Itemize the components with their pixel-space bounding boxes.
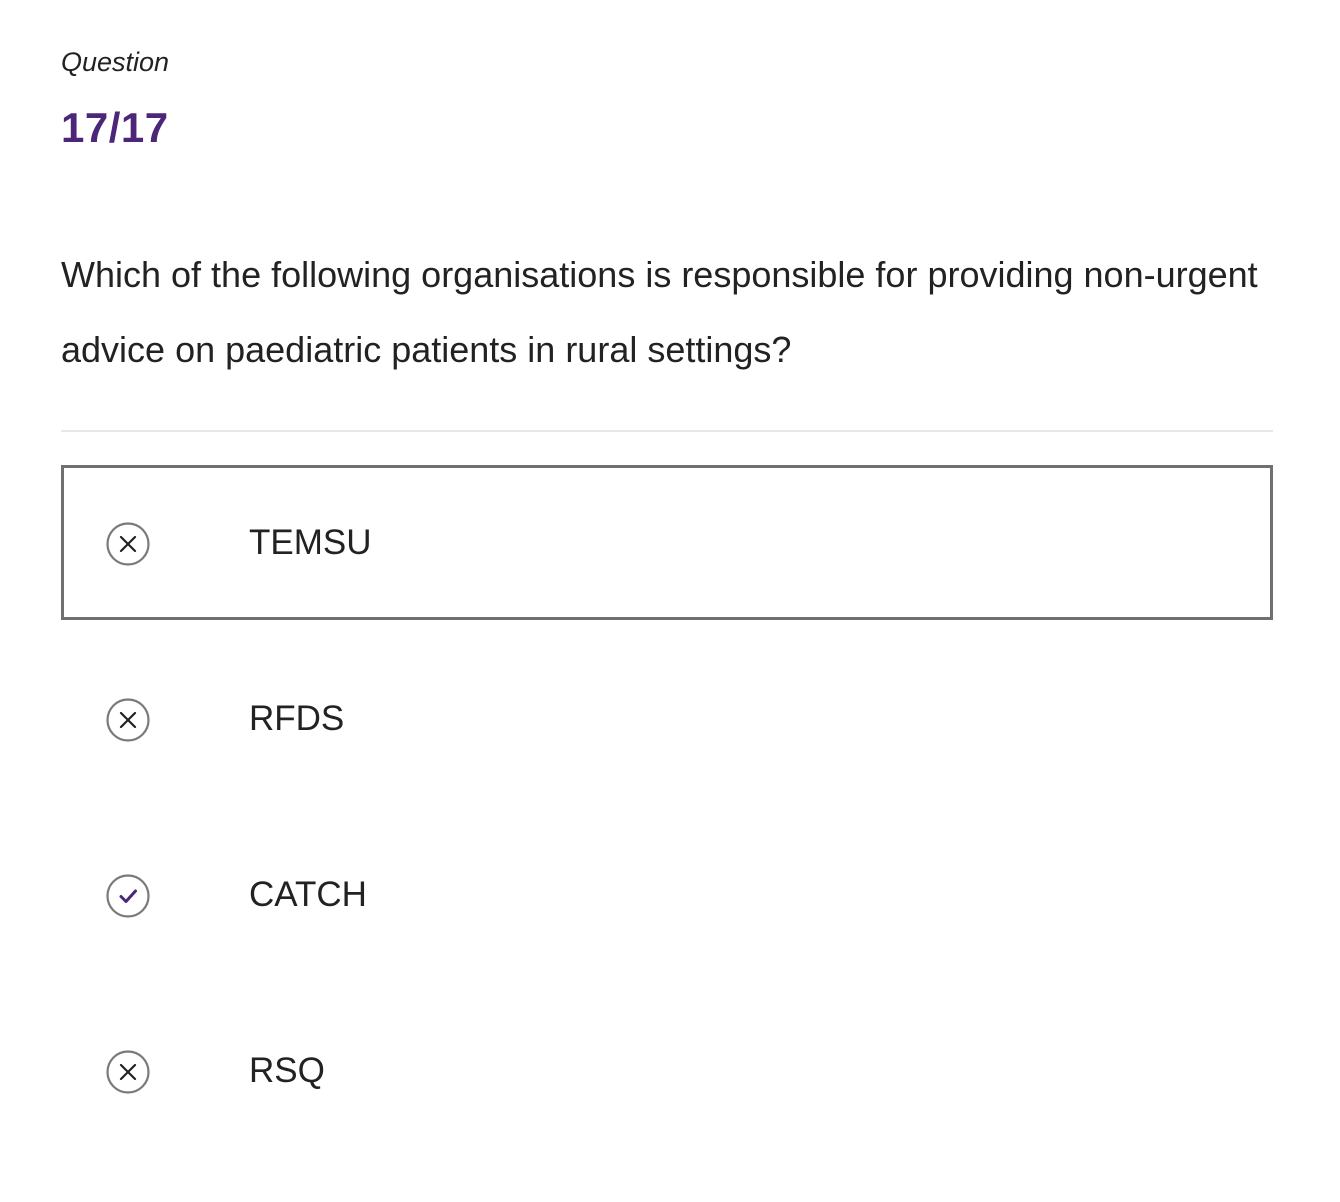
check-icon: [106, 874, 150, 918]
option-label: CATCH: [249, 875, 367, 914]
option-temsu[interactable]: TEMSU: [61, 465, 1273, 620]
answer-options: TEMSU RFDS CATCH RSQ: [61, 465, 1273, 1169]
question-counter: 17/17: [61, 104, 169, 151]
option-rfds[interactable]: RFDS: [61, 641, 1273, 796]
option-catch[interactable]: CATCH: [61, 817, 1273, 972]
option-rsq[interactable]: RSQ: [61, 993, 1273, 1148]
close-icon: [106, 1050, 150, 1094]
option-label: RFDS: [249, 699, 345, 738]
question-label: Question: [61, 47, 170, 77]
close-icon: [106, 698, 150, 742]
option-label: RSQ: [249, 1051, 325, 1090]
close-icon: [106, 522, 150, 566]
question-text: Which of the following organisations is …: [61, 254, 1258, 370]
option-label: TEMSU: [249, 523, 372, 562]
divider: [61, 430, 1273, 432]
